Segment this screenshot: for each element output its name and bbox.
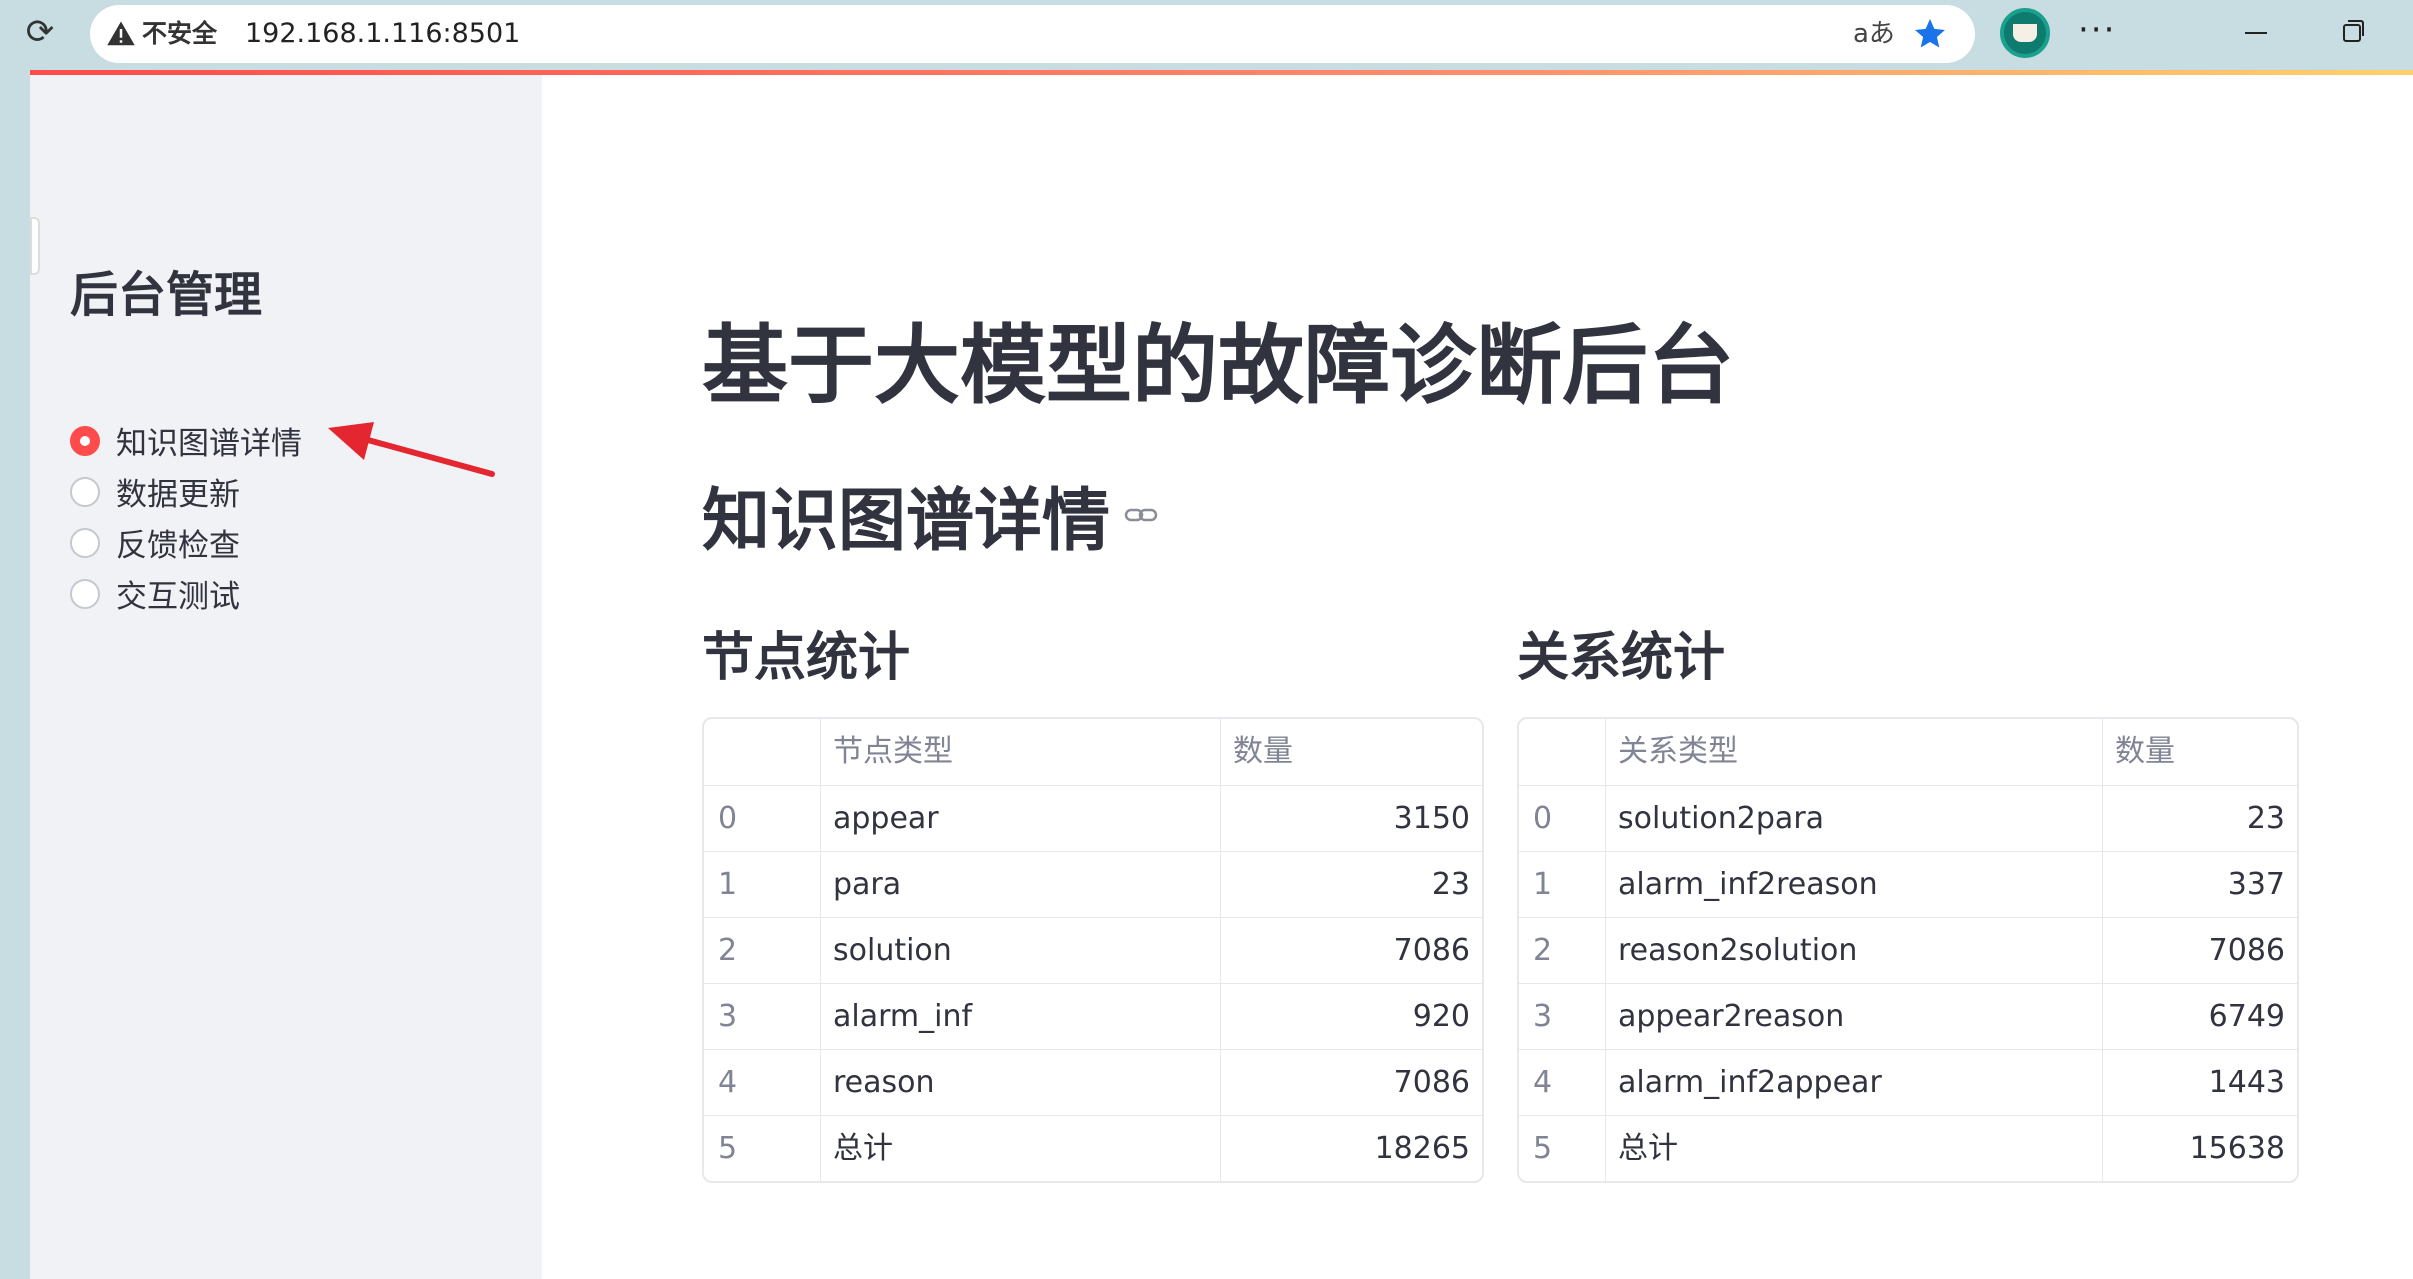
sidebar-title: 后台管理: [70, 267, 263, 323]
radio-option-knowledge-graph[interactable]: 知识图谱详情: [70, 415, 302, 466]
radio-label[interactable]: 反馈检查: [116, 520, 240, 565]
count-cell[interactable]: 15638: [2102, 1116, 2297, 1181]
anchor-link-icon[interactable]: [1124, 503, 1158, 527]
radio-selected-icon[interactable]: [70, 425, 100, 456]
translate-icon[interactable]: aあ: [1853, 5, 1895, 63]
table-header-row: 关系类型 数量: [1519, 719, 2297, 785]
profile-avatar[interactable]: [2000, 8, 2050, 58]
warning-icon: [107, 21, 135, 46]
row-index: 0: [718, 801, 738, 836]
node-stats-title: 节点统计: [702, 628, 911, 688]
header-cell[interactable]: 数量: [2102, 719, 2297, 785]
row-index: 4: [718, 1065, 738, 1100]
security-label[interactable]: 不安全: [142, 5, 217, 63]
relation-type-cell[interactable]: alarm_inf2reason: [1605, 852, 2102, 918]
restore-window-icon[interactable]: [2343, 20, 2364, 42]
row-index: 0: [1533, 801, 1553, 836]
radio-option-data-update[interactable]: 数据更新: [70, 466, 302, 517]
row-index: 5: [718, 1131, 738, 1166]
table-row[interactable]: 1 para 23: [704, 851, 1482, 918]
table-row[interactable]: 5 总计 18265: [704, 1115, 1482, 1181]
radio-unselected-icon[interactable]: [70, 527, 100, 558]
relation-type-cell[interactable]: 总计: [1605, 1116, 2102, 1181]
coffee-cup-icon: [2013, 24, 2037, 42]
count-cell[interactable]: 7086: [1220, 918, 1482, 984]
row-index: 3: [1533, 999, 1553, 1034]
section-heading: 知识图谱详情: [702, 465, 1158, 564]
row-index: 3: [718, 999, 738, 1034]
row-index: 2: [718, 933, 738, 968]
node-stats-table[interactable]: 节点类型 数量 0 appear 3150 1 para 23 2 soluti…: [702, 717, 1484, 1183]
row-index: 4: [1533, 1065, 1553, 1100]
row-index: 1: [1533, 867, 1553, 902]
count-cell[interactable]: 7086: [1220, 1050, 1482, 1116]
section-heading-text: 知识图谱详情: [702, 482, 1111, 561]
radio-label[interactable]: 数据更新: [116, 469, 240, 514]
row-index: 5: [1533, 1131, 1553, 1166]
table-row[interactable]: 4 alarm_inf2appear 1443: [1519, 1049, 2297, 1116]
header-cell[interactable]: [704, 719, 820, 785]
browser-chrome: ⟳ 不安全 192.168.1.116:8501 aあ ···: [0, 0, 2413, 70]
page-title: 基于大模型的故障诊断后台: [702, 316, 1734, 416]
url-text[interactable]: 192.168.1.116:8501: [245, 5, 520, 63]
page-radio-group: 知识图谱详情 数据更新 反馈检查 交互测试: [70, 415, 302, 619]
row-index: 2: [1533, 933, 1553, 968]
minimize-icon[interactable]: [2245, 32, 2267, 34]
relation-type-cell[interactable]: reason2solution: [1605, 918, 2102, 984]
header-cell[interactable]: 数量: [1220, 719, 1482, 785]
count-cell[interactable]: 23: [1220, 852, 1482, 918]
node-type-cell[interactable]: para: [820, 852, 1220, 918]
radio-label[interactable]: 知识图谱详情: [116, 418, 302, 463]
count-cell[interactable]: 7086: [2102, 918, 2297, 984]
relation-type-cell[interactable]: appear2reason: [1605, 984, 2102, 1050]
count-cell[interactable]: 23: [2102, 786, 2297, 852]
radio-unselected-icon[interactable]: [70, 578, 100, 609]
relation-type-cell[interactable]: solution2para: [1605, 786, 2102, 852]
count-cell[interactable]: 6749: [2102, 984, 2297, 1050]
table-row[interactable]: 0 appear 3150: [704, 785, 1482, 852]
address-bar[interactable]: 不安全 192.168.1.116:8501 aあ: [90, 5, 1975, 63]
table-row[interactable]: 5 总计 15638: [1519, 1115, 2297, 1181]
count-cell[interactable]: 337: [2102, 852, 2297, 918]
table-row[interactable]: 3 alarm_inf 920: [704, 983, 1482, 1050]
node-type-cell[interactable]: 总计: [820, 1116, 1220, 1181]
sidebar: 后台管理 知识图谱详情 数据更新 反馈检查 交互测试: [30, 75, 542, 1279]
header-cell[interactable]: 节点类型: [820, 719, 1220, 785]
radio-label[interactable]: 交互测试: [116, 571, 240, 616]
header-cell[interactable]: [1519, 719, 1605, 785]
relation-type-cell[interactable]: alarm_inf2appear: [1605, 1050, 2102, 1116]
node-type-cell[interactable]: alarm_inf: [820, 984, 1220, 1050]
table-row[interactable]: 3 appear2reason 6749: [1519, 983, 2297, 1050]
main-content: 基于大模型的故障诊断后台 知识图谱详情 节点统计 节点类型 数量 0 appea…: [542, 70, 2413, 1279]
header-cell[interactable]: 关系类型: [1605, 719, 2102, 785]
count-cell[interactable]: 920: [1220, 984, 1482, 1050]
table-row[interactable]: 1 alarm_inf2reason 337: [1519, 851, 2297, 918]
relation-stats-title: 关系统计: [1517, 628, 1726, 688]
count-cell[interactable]: 3150: [1220, 786, 1482, 852]
row-index: 1: [718, 867, 738, 902]
node-type-cell[interactable]: appear: [820, 786, 1220, 852]
table-header-row: 节点类型 数量: [704, 719, 1482, 785]
radio-option-feedback-check[interactable]: 反馈检查: [70, 517, 302, 568]
more-menu-icon[interactable]: ···: [2078, 0, 2116, 66]
radio-option-interaction-test[interactable]: 交互测试: [70, 568, 302, 619]
radio-unselected-icon[interactable]: [70, 476, 100, 507]
node-type-cell[interactable]: solution: [820, 918, 1220, 984]
count-cell[interactable]: 1443: [2102, 1050, 2297, 1116]
count-cell[interactable]: 18265: [1220, 1116, 1482, 1181]
sidebar-collapse-tab[interactable]: [30, 217, 40, 275]
table-row[interactable]: 2 reason2solution 7086: [1519, 917, 2297, 984]
bookmark-star-icon[interactable]: [1912, 16, 1948, 52]
table-row[interactable]: 2 solution 7086: [704, 917, 1482, 984]
table-row[interactable]: 4 reason 7086: [704, 1049, 1482, 1116]
relation-stats-table[interactable]: 关系类型 数量 0 solution2para 23 1 alarm_inf2r…: [1517, 717, 2299, 1183]
reload-icon[interactable]: ⟳: [18, 10, 62, 54]
page-viewport: 后台管理 知识图谱详情 数据更新 反馈检查 交互测试 基于大模型的故障诊断后台 …: [30, 70, 2413, 1279]
node-type-cell[interactable]: reason: [820, 1050, 1220, 1116]
table-row[interactable]: 0 solution2para 23: [1519, 785, 2297, 852]
